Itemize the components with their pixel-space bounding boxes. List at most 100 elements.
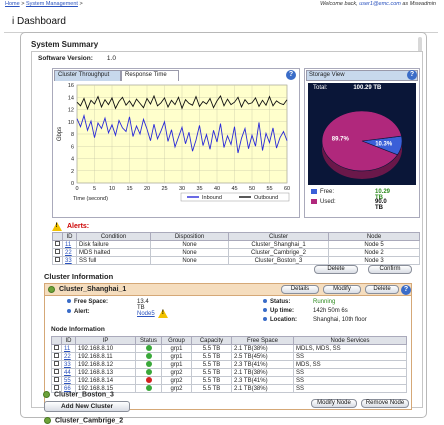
x-tick-label: 30 [179, 186, 185, 192]
x-tick-label: 5 [93, 186, 96, 192]
tab-response-time[interactable]: Response Time [121, 70, 179, 81]
cluster-status-icon [44, 417, 51, 424]
storage-help-icon[interactable]: ? [407, 70, 417, 80]
cluster-header-bar[interactable]: Cluster_Shanghai_1 Details Modify Delete… [44, 283, 412, 296]
alert-id-cell: 22 [62, 248, 77, 257]
bullet-icon [67, 299, 71, 304]
alerts-col-id[interactable]: ID [62, 232, 77, 241]
software-version: Software Version: 1.0 [38, 55, 116, 62]
node-id-link[interactable]: 44 [64, 370, 71, 376]
node-checkbox[interactable] [54, 361, 59, 367]
breadcrumb-home-link[interactable]: Home [5, 1, 20, 7]
alerts-confirm-button[interactable]: Confirm [368, 265, 412, 274]
alert-node-link[interactable]: Node5 [137, 311, 155, 317]
y-tick-label: 2 [71, 169, 74, 175]
y-tick-label: 12 [68, 108, 74, 114]
node-row[interactable]: 33 192.168.8.12 grp1 5.5 TB 2.3 TB(41%) MDS, … [51, 360, 407, 369]
location-label: Location: [270, 317, 297, 323]
alert-checkbox[interactable] [55, 249, 60, 255]
throughput-help-icon[interactable]: ? [286, 70, 296, 80]
legend-used-swatch [311, 199, 317, 204]
legend-free-swatch [311, 189, 317, 194]
cluster-help-icon[interactable]: ? [401, 285, 411, 295]
add-new-cluster-button[interactable]: Add New Cluster [44, 401, 130, 412]
y-tick-label: 6 [71, 144, 74, 150]
node-id-link[interactable]: 55 [64, 378, 71, 384]
cluster-boston-name[interactable]: Cluster_Boston_3 [54, 391, 114, 398]
node-group-cell: grp1 [161, 352, 192, 361]
node-table: ID IP Status Group Capacity Free Space N… [51, 336, 407, 393]
x-tick-label: 40 [214, 186, 220, 192]
modify-node-button[interactable]: Modify Node [311, 399, 357, 408]
x-tick-label: 10 [109, 186, 115, 192]
welcome-role: as Mswadmin [400, 1, 436, 7]
storage-view-panel: Storage View ? Total: 100.29 TB 10.3% 89.7… [304, 68, 420, 218]
alerts-col-disposition[interactable]: Disposition [150, 232, 229, 241]
cluster-cambrige-row[interactable]: Cluster_Cambrige_2 [44, 417, 123, 424]
node-col-services[interactable]: Node Services [293, 336, 407, 345]
node-status-icon [145, 361, 152, 368]
alert-id-link[interactable]: 11 [65, 242, 71, 248]
node-id-link[interactable]: 22 [64, 354, 71, 360]
node-select-cell [51, 360, 62, 369]
node-status-icon [145, 353, 152, 360]
node-ip-cell: 192.168.8.14 [75, 376, 136, 385]
node-col-free-space[interactable]: Free Space [231, 336, 294, 345]
breadcrumb-system-management-link[interactable]: System Management [26, 1, 78, 7]
alert-node-cell: Node 2 [328, 248, 420, 257]
cluster-modify-button[interactable]: Modify [323, 285, 361, 294]
alert-cluster-cell: Cluster_Cambrige_2 [228, 248, 329, 257]
node-id-link[interactable]: 11 [64, 346, 70, 352]
alert-row[interactable]: 33 SS full None Cluster_Boston_3 Node 3 [52, 256, 420, 265]
node-row[interactable]: 11 192.168.8.10 grp1 5.5 TB 2.1 TB(38%) MDLS,… [51, 344, 407, 353]
alert-id-link[interactable]: 33 [65, 258, 72, 264]
node-row[interactable]: 55 192.168.8.14 grp2 5.5 TB 2.3 TB(41%) SS [51, 376, 407, 385]
node-col-group[interactable]: Group [161, 336, 192, 345]
node-checkbox[interactable] [54, 345, 59, 351]
cluster-boston-row[interactable]: Cluster_Boston_3 [43, 391, 114, 398]
node-col-capacity[interactable]: Capacity [191, 336, 232, 345]
throughput-chart: 0 2 4 6 8 10 12 14 16 0 5 10 15 20 25 30 35 40 45 50 55 60 Gbp… [53, 82, 299, 217]
tab-cluster-throughput[interactable]: Cluster Throughput [54, 70, 121, 81]
node-checkbox[interactable] [54, 369, 59, 375]
alert-field: Alert: Node5 [67, 309, 169, 318]
alert-checkbox[interactable] [55, 257, 60, 263]
status-value: Running [313, 299, 336, 305]
node-col-status[interactable]: Status [135, 336, 162, 345]
alerts-col-node[interactable]: Node [328, 232, 420, 241]
alert-checkbox[interactable] [55, 241, 60, 247]
node-services-cell: SS [293, 368, 407, 377]
bullet-icon [67, 309, 71, 314]
cluster-name[interactable]: Cluster_Shanghai_1 [59, 286, 126, 293]
alerts-heading: Alerts: [52, 222, 89, 231]
node-information-title: Node Information [51, 326, 105, 333]
node-id-link[interactable]: 33 [64, 362, 71, 368]
remove-node-button[interactable]: Remove Node [361, 399, 409, 408]
alert-id-link[interactable]: 22 [65, 250, 72, 256]
cluster-cambrige-name[interactable]: Cluster_Cambrige_2 [55, 417, 123, 424]
node-row[interactable]: 22 192.168.8.11 grp1 5.5 TB 2.5 TB(45%) SS [51, 352, 407, 361]
x-tick-label: 45 [231, 186, 237, 192]
alerts-col-condition[interactable]: Condition [76, 232, 151, 241]
node-row[interactable]: 44 192.168.8.13 grp2 5.5 TB 2.1 TB(38%) SS [51, 368, 407, 377]
y-tick-label: 4 [71, 157, 74, 163]
alert-disposition-cell: None [150, 248, 229, 257]
storage-view-title: Storage View [309, 72, 345, 78]
node-col-ip[interactable]: IP [75, 336, 136, 345]
cluster-details-button[interactable]: Details [281, 285, 319, 294]
node-checkbox[interactable] [54, 353, 59, 359]
alert-row[interactable]: 22 MDS halted None Cluster_Cambrige_2 Node 2 [52, 248, 420, 257]
legend-used: Used: 90.0 TB [311, 199, 387, 211]
chart-legend: Inbound Outbound [180, 192, 290, 202]
node-id-cell: 55 [61, 376, 76, 385]
y-axis-label: Gbps [57, 127, 63, 141]
cluster-delete-button[interactable]: Delete [365, 285, 399, 294]
node-status-cell [135, 352, 162, 361]
alerts-col-cluster[interactable]: Cluster [228, 232, 329, 241]
node-checkbox[interactable] [54, 385, 59, 391]
node-checkbox[interactable] [54, 377, 59, 383]
alert-row[interactable]: 11 Disk failure None Cluster_Shanghai_1 Node… [52, 240, 420, 249]
alerts-delete-button[interactable]: Delete [314, 265, 358, 274]
user-email[interactable]: user1@emc.com [359, 1, 401, 7]
node-col-id[interactable]: ID [61, 336, 76, 345]
